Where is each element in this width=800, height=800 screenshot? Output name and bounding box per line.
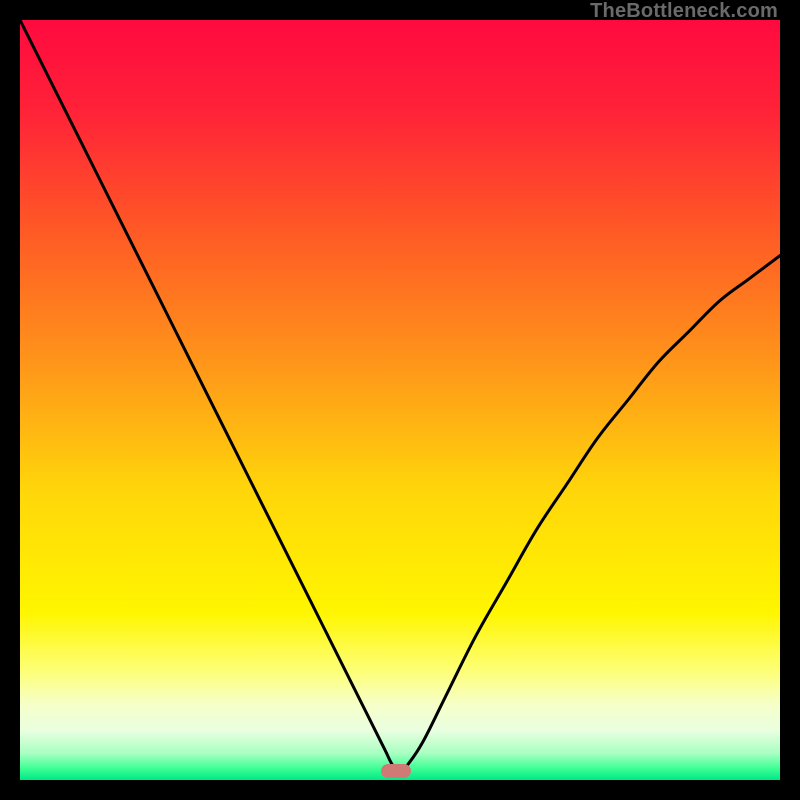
optimal-marker bbox=[381, 764, 411, 778]
bottleneck-chart bbox=[20, 20, 780, 780]
plot-area bbox=[20, 20, 780, 780]
gradient-background bbox=[20, 20, 780, 780]
chart-frame: TheBottleneck.com bbox=[0, 0, 800, 800]
